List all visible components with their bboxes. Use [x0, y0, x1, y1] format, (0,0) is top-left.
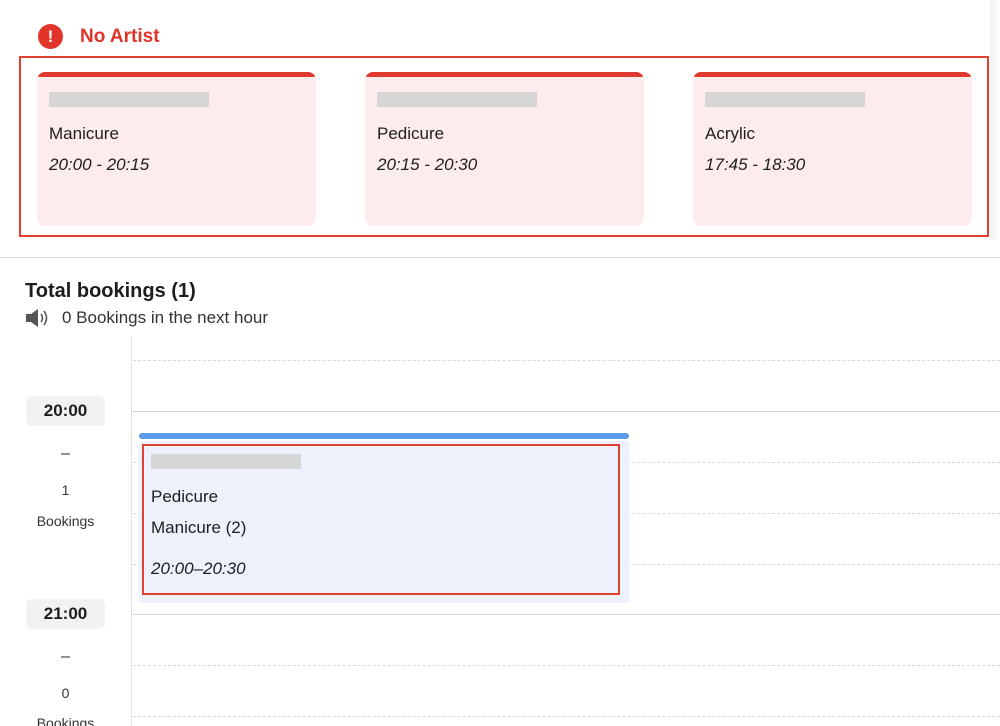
card-time: 20:00 - 20:15 — [49, 155, 150, 174]
next-hour-text: 0 Bookings in the next hour — [62, 308, 269, 327]
card-service: Manicure — [49, 124, 119, 143]
card-service: Acrylic — [705, 124, 756, 143]
redacted-client-name — [377, 92, 537, 107]
timeline-axis — [131, 336, 132, 726]
total-bookings-title: Total bookings (1) — [25, 280, 196, 302]
card-status-bar — [693, 72, 972, 77]
highlight-outline — [142, 444, 620, 595]
speaker-icon — [26, 309, 48, 327]
scroll-shadow — [990, 0, 1000, 240]
no-artist-header: ! No Artist — [38, 24, 160, 49]
card-status-bar — [365, 72, 644, 77]
card-status-bar — [37, 72, 316, 77]
no-artist-card[interactable]: Pedicure 20:15 - 20:30 — [365, 72, 644, 226]
section-divider — [0, 257, 1000, 258]
card-time: 17:45 - 18:30 — [705, 155, 806, 174]
grid-line — [133, 360, 1000, 361]
booking-status-bar — [139, 433, 629, 439]
no-artist-title: No Artist — [80, 25, 160, 47]
time-slot-label: 21:00 — [26, 599, 105, 629]
no-artist-card[interactable]: Manicure 20:00 - 20:15 — [37, 72, 316, 226]
redacted-client-name — [705, 92, 865, 107]
slot-booking-count: 0 — [61, 685, 70, 701]
grid-line — [133, 665, 1000, 666]
slot-dash: – — [61, 445, 70, 462]
slot-dash: – — [61, 648, 70, 665]
slot-bookings-label: Bookings — [36, 715, 95, 726]
hour-line — [133, 411, 1000, 412]
hour-line — [133, 614, 1000, 615]
time-slot-label: 20:00 — [26, 396, 105, 426]
alert-icon: ! — [38, 24, 63, 49]
grid-line — [133, 716, 1000, 717]
slot-bookings-label: Bookings — [36, 513, 95, 529]
no-artist-card[interactable]: Acrylic 17:45 - 18:30 — [693, 72, 972, 226]
card-time: 20:15 - 20:30 — [377, 155, 478, 174]
card-service: Pedicure — [377, 124, 445, 143]
next-hour-info: 0 Bookings in the next hour — [25, 308, 268, 328]
redacted-client-name — [49, 92, 209, 107]
slot-booking-count: 1 — [61, 482, 70, 498]
no-artist-cards-container: Manicure 20:00 - 20:15 Pedicure 20:15 - … — [19, 56, 989, 237]
